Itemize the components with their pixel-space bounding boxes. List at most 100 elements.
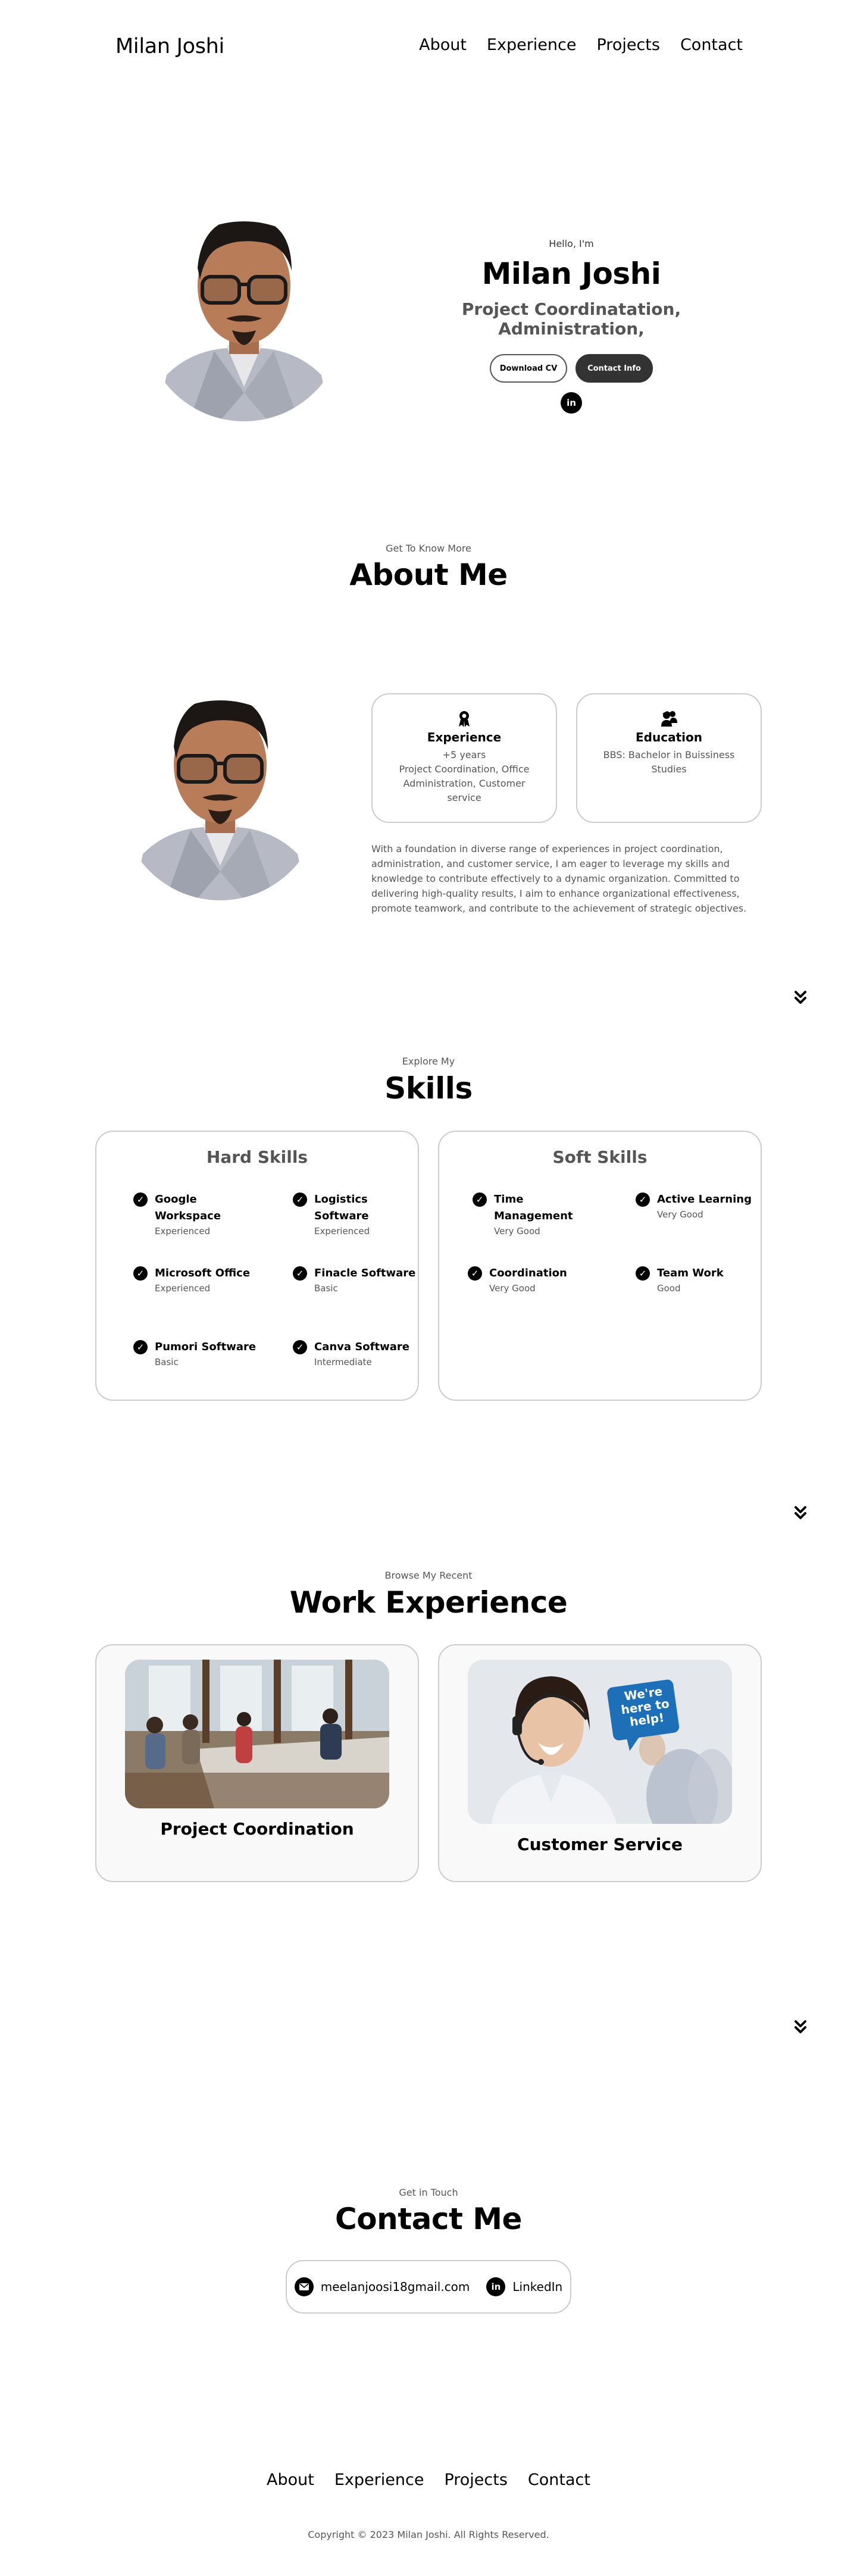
hero-greeting: Hello, I'm: [549, 238, 594, 249]
work-card-customer-service[interactable]: We're here to help! Customer Service: [438, 1644, 762, 1882]
soft-skills-card: Soft Skills ✓ Time Management Very Good …: [438, 1131, 762, 1401]
skill-level: Intermediate: [314, 1357, 372, 1367]
check-icon: ✓: [293, 1266, 307, 1281]
skill-level: Very Good: [657, 1209, 703, 1220]
contact-box: meelanjoosi18gmail.com in LinkedIn: [286, 2260, 571, 2314]
skill-name: Google Workspace: [155, 1193, 221, 1222]
experience-detail: Project Coordination, Office Administrat…: [399, 763, 530, 803]
contact-email[interactable]: meelanjoosi18gmail.com: [294, 2277, 470, 2296]
check-icon: ✓: [133, 1192, 148, 1207]
skill-item: ✓ Google Workspace Experienced: [133, 1191, 264, 1237]
experience-icon: [373, 710, 556, 729]
about-subtitle: Get To Know More: [386, 543, 471, 554]
check-icon: ✓: [133, 1340, 148, 1354]
skill-name: Finacle Software: [314, 1267, 416, 1279]
hero-title: Project Coordinatation, Administration,: [461, 299, 681, 339]
hero-text: Hello, I'm Milan Joshi Project Coordinat…: [393, 238, 750, 414]
skills-subtitle: Explore My: [402, 1056, 455, 1067]
skill-item: ✓ Pumori Software Basic: [133, 1339, 264, 1367]
skill-level: Basic: [155, 1357, 179, 1367]
contact-subtitle: Get in Touch: [399, 2187, 458, 2198]
education-detail: BBS: Bachelor in Buissiness Studies: [603, 749, 735, 775]
work-title-project-coordination: Project Coordination: [160, 1819, 354, 1839]
skill-name: Active Learning: [657, 1193, 752, 1206]
skill-name: Microsoft Office: [155, 1267, 251, 1279]
skill-name: Pumori Software: [155, 1341, 257, 1353]
skill-level: Very Good: [489, 1283, 536, 1294]
scroll-down-arrow-icon[interactable]: [792, 989, 809, 1007]
footer-link-projects[interactable]: Projects: [444, 2471, 507, 2489]
soft-skills-title: Soft Skills: [552, 1147, 648, 1167]
nav-link-projects[interactable]: Projects: [597, 36, 660, 54]
contact-info-button[interactable]: Contact Info: [575, 354, 653, 383]
skill-level: Experienced: [155, 1283, 211, 1294]
hero-name: Milan Joshi: [481, 256, 661, 291]
copyright: Copyright © 2023 Milan Joshi. All Rights…: [308, 2529, 549, 2540]
check-icon: ✓: [473, 1192, 487, 1207]
check-icon: ✓: [636, 1192, 650, 1207]
about-photo: [120, 700, 320, 900]
nav-link-contact[interactable]: Contact: [680, 36, 743, 54]
work-title: Work Experience: [289, 1585, 568, 1620]
help-badge-text: We're here to help!: [620, 1683, 671, 1729]
skill-level: Experienced: [314, 1226, 370, 1237]
linkedin-icon: in: [486, 2277, 506, 2296]
skill-item: ✓ Logistics Software Experienced: [293, 1191, 424, 1237]
education-card: Education BBS: Bachelor in Buissiness St…: [576, 693, 762, 823]
check-icon: ✓: [293, 1340, 307, 1354]
profile-photo: [144, 221, 344, 421]
skill-item: ✓ Microsoft Office Experienced: [133, 1265, 264, 1294]
work-card-project-coordination[interactable]: Project Coordination: [95, 1644, 419, 1882]
skill-name: Team Work: [657, 1267, 724, 1279]
work-subtitle: Browse My Recent: [384, 1570, 473, 1581]
nav-link-about[interactable]: About: [419, 36, 467, 54]
skill-item: ✓ Team Work Good: [636, 1265, 767, 1294]
skill-name: Coordination: [489, 1267, 567, 1279]
skill-name: Time Management: [494, 1193, 573, 1222]
logo[interactable]: Milan Joshi: [115, 35, 224, 58]
footer-link-about[interactable]: About: [267, 2471, 314, 2489]
check-icon: ✓: [468, 1266, 482, 1281]
check-icon: ✓: [133, 1266, 148, 1281]
nav-links: About Experience Projects Contact: [419, 36, 743, 54]
skill-item: ✓ Coordination Very Good: [468, 1265, 599, 1294]
scroll-down-arrow-icon[interactable]: [792, 1504, 809, 1522]
skill-level: Very Good: [494, 1226, 540, 1237]
skills-title: Skills: [384, 1071, 473, 1106]
skill-level: Experienced: [155, 1226, 211, 1237]
about-title: About Me: [349, 558, 508, 592]
skill-item: ✓ Active Learning Very Good: [636, 1191, 767, 1220]
check-icon: ✓: [293, 1192, 307, 1207]
linkedin-link[interactable]: LinkedIn: [512, 2280, 562, 2294]
check-icon: ✓: [636, 1266, 650, 1281]
experience-years: +5 years: [442, 749, 486, 760]
download-cv-button[interactable]: Download CV: [490, 354, 567, 383]
nav-link-experience[interactable]: Experience: [487, 36, 577, 54]
contact-linkedin[interactable]: in LinkedIn: [486, 2277, 562, 2296]
footer-link-experience[interactable]: Experience: [334, 2471, 424, 2489]
contact-title: Contact Me: [335, 2202, 522, 2236]
skill-item: ✓ Time Management Very Good: [473, 1191, 603, 1237]
hard-skills-title: Hard Skills: [206, 1147, 308, 1167]
education-heading: Education: [636, 730, 702, 744]
footer-nav: About Experience Projects Contact: [0, 2471, 857, 2489]
scroll-down-arrow-icon[interactable]: [792, 2018, 809, 2036]
skill-name: Logistics Software: [314, 1193, 369, 1222]
skill-name: Canva Software: [314, 1341, 409, 1353]
hard-skills-card: Hard Skills ✓ Google Workspace Experienc…: [95, 1131, 419, 1401]
education-icon: [577, 710, 761, 729]
footer-link-contact[interactable]: Contact: [528, 2471, 590, 2489]
mail-icon: [294, 2277, 314, 2296]
email-link[interactable]: meelanjoosi18gmail.com: [321, 2280, 470, 2294]
skill-item: ✓ Finacle Software Basic: [293, 1265, 424, 1294]
work-title-customer-service: Customer Service: [517, 1835, 683, 1854]
top-nav: Milan Joshi About Experience Projects Co…: [0, 0, 857, 89]
skill-level: Good: [657, 1283, 681, 1294]
hero-buttons: Download CV Contact Info: [393, 354, 750, 383]
meeting-photo: [125, 1660, 389, 1808]
skill-level: Basic: [314, 1283, 338, 1294]
experience-heading: Experience: [427, 730, 502, 744]
about-paragraph: With a foundation in diverse range of ex…: [371, 843, 747, 914]
skill-item: ✓ Canva Software Intermediate: [293, 1339, 424, 1367]
linkedin-icon[interactable]: in: [561, 392, 582, 414]
